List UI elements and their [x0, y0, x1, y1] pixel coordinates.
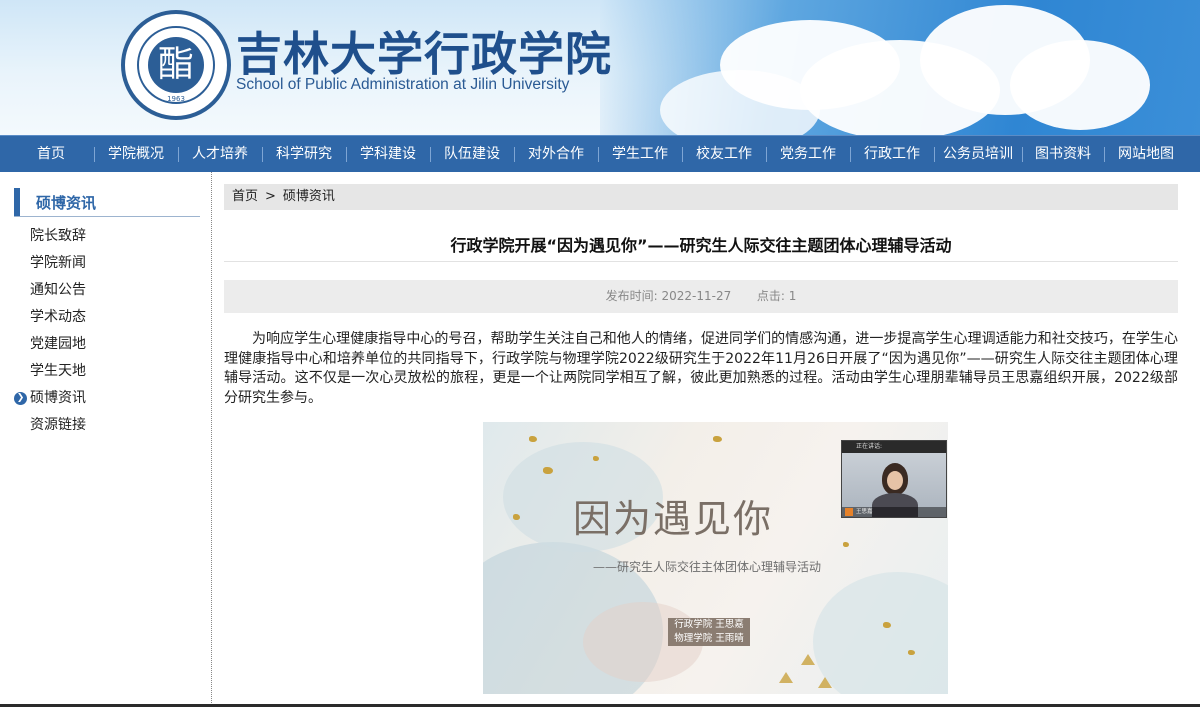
nav-item-alumni[interactable]: 校友工作	[682, 136, 766, 173]
nav-item-home[interactable]: 首页	[8, 136, 94, 173]
sidebar-item-graduate-active[interactable]: ❯ 硕博资讯	[14, 385, 86, 412]
nav-item-faculty[interactable]: 队伍建设	[430, 136, 514, 173]
nav-item-about[interactable]: 学院概况	[94, 136, 178, 173]
sidebar-item-party[interactable]: 党建园地	[14, 331, 86, 358]
sidebar-item-students[interactable]: 学生天地	[14, 358, 86, 385]
sidebar-item-academic[interactable]: 学术动态	[14, 304, 86, 331]
slide-subtitle: ——研究生人际交往主体团体心理辅导活动	[593, 560, 822, 574]
sidebar-menu: 院长致辞 学院新闻 通知公告 学术动态 党建园地 学生天地 ❯ 硕博资讯 资源链接	[14, 223, 86, 439]
sidebar-heading: 硕博资讯	[14, 188, 200, 217]
breadcrumb-current[interactable]: 硕博资讯	[283, 189, 335, 204]
video-status: 正在讲话:	[842, 441, 946, 453]
logo-emblem: 酯	[148, 37, 204, 93]
sidebar-item-label: 硕博资讯	[30, 390, 86, 406]
sidebar-item-dean[interactable]: 院长致辞	[14, 223, 86, 250]
nav-item-party[interactable]: 党务工作	[766, 136, 850, 173]
clicks-label: 点击:	[756, 289, 785, 303]
divider	[224, 261, 1178, 262]
publish-date: 2022-11-27	[661, 289, 732, 303]
nav-item-admin[interactable]: 行政工作	[850, 136, 934, 173]
nav-item-students[interactable]: 学生工作	[598, 136, 682, 173]
article-image: 因为遇见你 ——研究生人际交往主体团体心理辅导活动 行政学院 王思嘉 物理学院 …	[483, 422, 948, 694]
breadcrumb-home[interactable]: 首页	[232, 189, 258, 204]
publish-label: 发布时间:	[605, 289, 658, 303]
nav-item-training[interactable]: 公务员培训	[934, 136, 1022, 173]
main-nav: 首页 学院概况 人才培养 科学研究 学科建设 队伍建设 对外合作 学生工作 校友…	[0, 135, 1200, 172]
chevron-right-icon: ❯	[14, 392, 27, 405]
mic-icon	[845, 508, 853, 516]
nav-item-research[interactable]: 科学研究	[262, 136, 346, 173]
slide-title: 因为遇见你	[572, 497, 773, 541]
slide-presenters: 行政学院 王思嘉 物理学院 王雨晴	[668, 618, 750, 646]
video-thumbnail: 正在讲话: 王思嘉	[841, 440, 947, 518]
site-title: 吉林大学行政学院	[236, 27, 612, 81]
article-meta: 发布时间: 2022-11-27 点击: 1	[224, 280, 1178, 313]
logo-year: 1963	[167, 95, 185, 103]
breadcrumb: 首页 > 硕博资讯	[224, 184, 1178, 210]
nav-item-cooperation[interactable]: 对外合作	[514, 136, 598, 173]
clicks-count: 1	[788, 289, 797, 303]
sidebar: 硕博资讯 院长致辞 学院新闻 通知公告 学术动态 党建园地 学生天地 ❯ 硕博资讯…	[0, 172, 212, 707]
site-subtitle: School of Public Administration at Jilin…	[236, 76, 570, 93]
video-name: 王思嘉	[842, 507, 946, 517]
breadcrumb-separator: >	[265, 189, 276, 204]
sidebar-item-resources[interactable]: 资源链接	[14, 412, 86, 439]
nav-item-sitemap[interactable]: 网站地图	[1104, 136, 1188, 173]
sidebar-item-news[interactable]: 学院新闻	[14, 250, 86, 277]
article-title: 行政学院开展“因为遇见你”——研究生人际交往主题团体心理辅导活动	[450, 236, 952, 255]
article-paragraph: 为响应学生心理健康指导中心的号召，帮助学生关注自己和他人的情绪，促进同学们的情感…	[224, 331, 1178, 406]
header-banner: 酯 1963 吉林大学行政学院 School of Public Adminis…	[0, 0, 1200, 135]
nav-item-library[interactable]: 图书资料	[1022, 136, 1104, 173]
sidebar-heading-label: 硕博资讯	[36, 194, 97, 212]
nav-item-talent[interactable]: 人才培养	[178, 136, 262, 173]
nav-item-discipline[interactable]: 学科建设	[346, 136, 430, 173]
sidebar-item-notices[interactable]: 通知公告	[14, 277, 86, 304]
